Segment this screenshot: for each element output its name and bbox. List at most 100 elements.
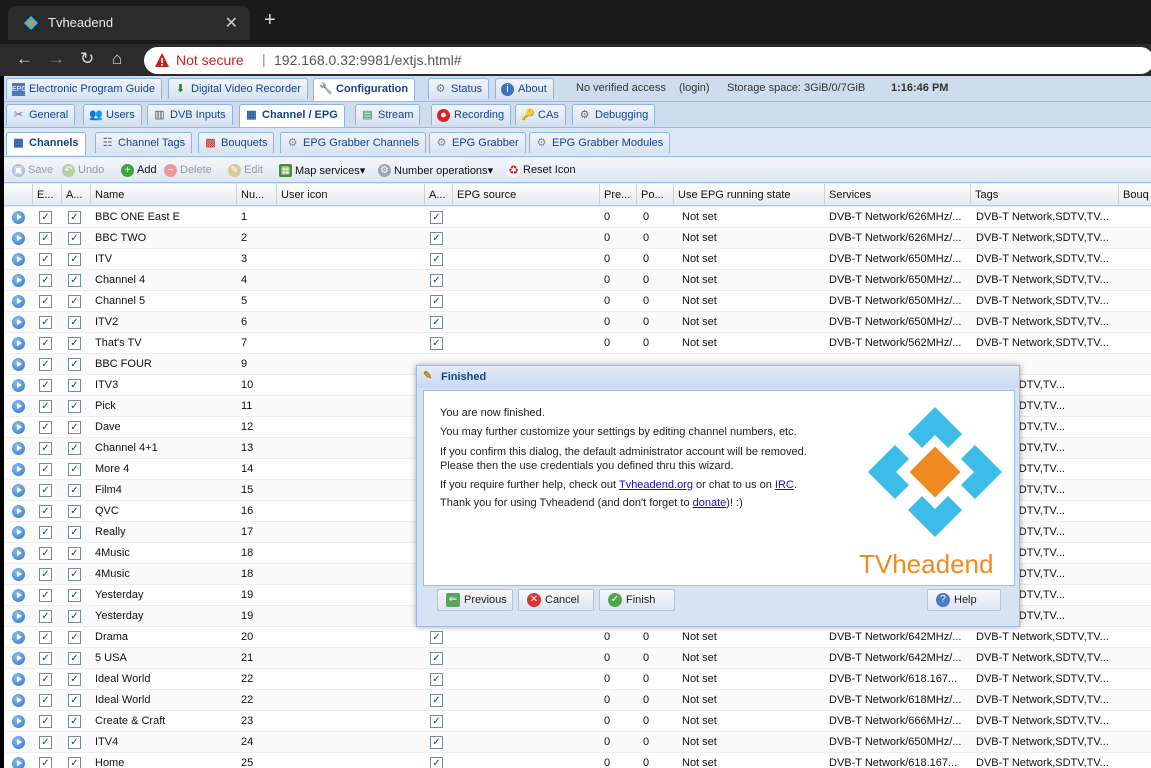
not-secure-label[interactable]: Not secure <box>176 52 244 68</box>
autoname-checkbox[interactable]: ✓ <box>68 421 81 434</box>
tab-epg-grabber-modules[interactable]: ⚙ EPG Grabber Modules <box>529 132 671 153</box>
tab-bouquets[interactable]: ▩ Bouquets <box>198 132 275 153</box>
col-epg-running[interactable]: Use EPG running state <box>674 184 825 206</box>
col-number[interactable]: Nu... <box>237 184 277 206</box>
tab-status[interactable]: ⚙ Status <box>428 78 490 99</box>
col-post[interactable]: Po... <box>637 184 674 206</box>
reset-icon-button[interactable]: ♻ Reset Icon <box>507 164 576 177</box>
enabled-checkbox[interactable]: ✓ <box>39 589 52 602</box>
enabled-checkbox[interactable]: ✓ <box>39 652 52 665</box>
table-row[interactable]: ✓ ✓ ✓ 5 USA 21 0 0 Not set DVB-T Network/642MHz/… <box>4 648 1151 669</box>
tab-epg[interactable]: EPG Electronic Program Guide <box>6 78 162 99</box>
enabled-checkbox[interactable]: ✓ <box>39 463 52 476</box>
browser-tab[interactable]: Tvheadend ✕ <box>8 6 250 40</box>
autoname-checkbox[interactable]: ✓ <box>68 274 81 287</box>
enabled-checkbox[interactable]: ✓ <box>39 715 52 728</box>
enabled-checkbox[interactable]: ✓ <box>39 232 52 245</box>
finish-button[interactable]: ✓ Finish <box>599 589 675 611</box>
autoname-checkbox[interactable]: ✓ <box>68 568 81 581</box>
autoname-checkbox[interactable]: ✓ <box>68 463 81 476</box>
tab-epg-grabber-channels[interactable]: ⚙ EPG Grabber Channels <box>280 132 427 153</box>
expand-row-icon[interactable] <box>12 631 25 644</box>
auto-epg-checkbox[interactable]: ✓ <box>430 337 443 350</box>
enabled-checkbox[interactable]: ✓ <box>39 694 52 707</box>
enabled-checkbox[interactable]: ✓ <box>39 610 52 623</box>
expand-row-icon[interactable] <box>12 610 25 623</box>
tab-cas[interactable]: 🔑 CAs <box>515 104 566 125</box>
tab-about[interactable]: i About <box>495 78 554 99</box>
edit-button[interactable]: ✎ Edit <box>228 164 263 177</box>
autoname-checkbox[interactable]: ✓ <box>68 484 81 497</box>
autoname-checkbox[interactable]: ✓ <box>68 757 81 768</box>
tab-channel-epg[interactable]: ▦ Channel / EPG <box>239 104 345 127</box>
enabled-checkbox[interactable]: ✓ <box>39 400 52 413</box>
autoname-checkbox[interactable]: ✓ <box>68 526 81 539</box>
col-pre[interactable]: Pre... <box>600 184 637 206</box>
irc-link[interactable]: IRC <box>775 479 794 491</box>
expand-row-icon[interactable] <box>12 526 25 539</box>
autoname-checkbox[interactable]: ✓ <box>68 400 81 413</box>
dialog-title-bar[interactable]: ✎ Finished <box>417 366 1019 388</box>
table-row[interactable]: ✓ ✓ ✓ Channel 5 5 0 0 Not set DVB-T Network/650M… <box>4 291 1151 312</box>
autoname-checkbox[interactable]: ✓ <box>68 715 81 728</box>
autoname-checkbox[interactable]: ✓ <box>68 736 81 749</box>
map-services-button[interactable]: ▦ Map services▾ <box>279 164 365 177</box>
col-services[interactable]: Services <box>825 184 971 206</box>
col-auto-epg[interactable]: A... <box>425 184 453 206</box>
expand-row-icon[interactable] <box>12 442 25 455</box>
expand-row-icon[interactable] <box>12 253 25 266</box>
autoname-checkbox[interactable]: ✓ <box>68 505 81 518</box>
enabled-checkbox[interactable]: ✓ <box>39 442 52 455</box>
autoname-checkbox[interactable]: ✓ <box>68 253 81 266</box>
auto-epg-checkbox[interactable]: ✓ <box>430 274 443 287</box>
auto-epg-checkbox[interactable]: ✓ <box>430 715 443 728</box>
col-tags[interactable]: Tags <box>971 184 1119 206</box>
table-row[interactable]: ✓ ✓ ✓ Home 25 0 0 Not set DVB-T Network/618.167.… <box>4 753 1151 768</box>
auto-epg-checkbox[interactable]: ✓ <box>430 211 443 224</box>
tab-dvr[interactable]: ⬇ Digital Video Recorder <box>168 78 308 99</box>
enabled-checkbox[interactable]: ✓ <box>39 736 52 749</box>
table-row[interactable]: ✓ ✓ ✓ Drama 20 0 0 Not set DVB-T Network/642MHz/… <box>4 627 1151 648</box>
auto-epg-checkbox[interactable]: ✓ <box>430 673 443 686</box>
auto-epg-checkbox[interactable]: ✓ <box>430 694 443 707</box>
previous-button[interactable]: ⇐ Previous <box>437 589 513 611</box>
tab-dvb-inputs[interactable]: ▥ DVB Inputs <box>147 104 233 125</box>
tab-channel-tags[interactable]: ☷ Channel Tags <box>95 132 193 153</box>
enabled-checkbox[interactable]: ✓ <box>39 568 52 581</box>
col-autoname[interactable]: A... <box>62 184 91 206</box>
autoname-checkbox[interactable]: ✓ <box>68 337 81 350</box>
expand-row-icon[interactable] <box>12 274 25 287</box>
autoname-checkbox[interactable]: ✓ <box>68 547 81 560</box>
table-row[interactable]: ✓ ✓ ✓ ITV 3 0 0 Not set DVB-T Network/650MHz/...… <box>4 249 1151 270</box>
auto-epg-checkbox[interactable]: ✓ <box>430 316 443 329</box>
table-row[interactable]: ✓ ✓ ✓ BBC ONE East E 1 0 0 Not set DVB-T Network… <box>4 207 1151 228</box>
new-tab-button[interactable]: + <box>264 10 276 30</box>
autoname-checkbox[interactable]: ✓ <box>68 442 81 455</box>
col-name[interactable]: Name <box>91 184 237 206</box>
expand-row-icon[interactable] <box>12 589 25 602</box>
close-tab-icon[interactable]: ✕ <box>225 13 238 33</box>
autoname-checkbox[interactable]: ✓ <box>68 631 81 644</box>
autoname-checkbox[interactable]: ✓ <box>68 610 81 623</box>
login-link[interactable]: (login) <box>679 82 710 94</box>
col-enabled[interactable]: E... <box>33 184 62 206</box>
col-user-icon[interactable]: User icon <box>277 184 425 206</box>
enabled-checkbox[interactable]: ✓ <box>39 421 52 434</box>
enabled-checkbox[interactable]: ✓ <box>39 316 52 329</box>
autoname-checkbox[interactable]: ✓ <box>68 652 81 665</box>
auto-epg-checkbox[interactable]: ✓ <box>430 631 443 644</box>
tab-epg-grabber[interactable]: ⚙ EPG Grabber <box>429 132 526 153</box>
auto-epg-checkbox[interactable]: ✓ <box>430 253 443 266</box>
table-row[interactable]: ✓ ✓ ✓ ITV2 6 0 0 Not set DVB-T Network/650MHz/..… <box>4 312 1151 333</box>
expand-row-icon[interactable] <box>12 484 25 497</box>
donate-link[interactable]: donate <box>693 497 727 509</box>
autoname-checkbox[interactable]: ✓ <box>68 316 81 329</box>
auto-epg-checkbox[interactable]: ✓ <box>430 652 443 665</box>
enabled-checkbox[interactable]: ✓ <box>39 379 52 392</box>
enabled-checkbox[interactable]: ✓ <box>39 673 52 686</box>
tab-channels[interactable]: ▦ Channels <box>6 132 86 155</box>
enabled-checkbox[interactable]: ✓ <box>39 274 52 287</box>
enabled-checkbox[interactable]: ✓ <box>39 358 52 371</box>
auto-epg-checkbox[interactable]: ✓ <box>430 295 443 308</box>
tab-debugging[interactable]: ⚙ Debugging <box>572 104 656 125</box>
